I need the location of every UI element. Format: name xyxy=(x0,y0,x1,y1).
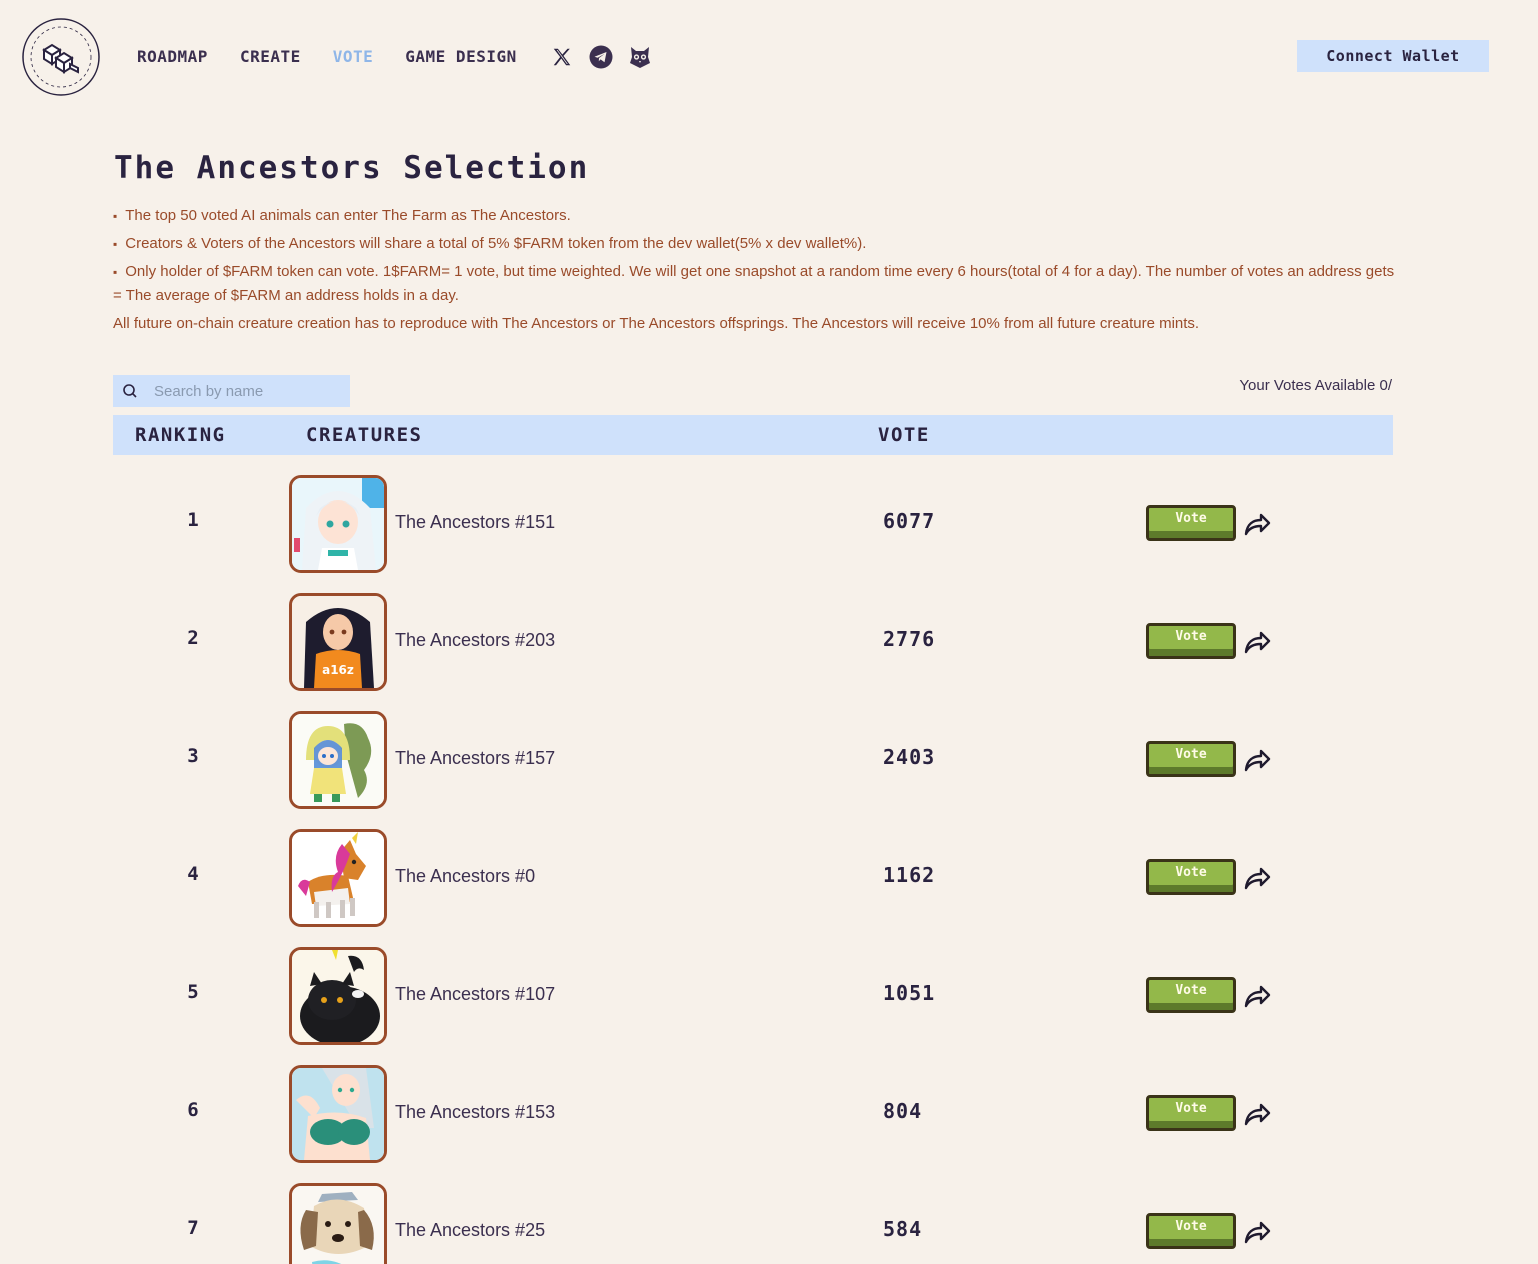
vote-button[interactable]: Vote xyxy=(1146,1095,1236,1131)
table-row: 2 a16z The Ancestors #203 2776 Vote xyxy=(113,591,1393,709)
creature-name[interactable]: The Ancestors #153 xyxy=(395,1102,555,1123)
creature-name[interactable]: The Ancestors #0 xyxy=(395,866,535,887)
main-nav: ROADMAP CREATE VOTE GAME DESIGN xyxy=(137,44,666,70)
vote-button[interactable]: Vote xyxy=(1146,505,1236,541)
nav-game-design[interactable]: GAME DESIGN xyxy=(405,46,516,68)
social-links xyxy=(549,44,666,70)
page-title: The Ancestors Selection xyxy=(114,150,590,186)
header-ranking: RANKING xyxy=(135,424,226,446)
vote-button[interactable]: Vote xyxy=(1146,1213,1236,1249)
creature-image[interactable]: a16z xyxy=(289,593,387,691)
header-vote: VOTE xyxy=(878,424,930,446)
vote-button[interactable]: Vote xyxy=(1146,741,1236,777)
farm-logo[interactable] xyxy=(20,16,102,98)
vote-button[interactable]: Vote xyxy=(1146,859,1236,895)
description-line: Creators & Voters of the Ancestors will … xyxy=(113,232,1403,256)
vote-button[interactable]: Vote xyxy=(1146,623,1236,659)
share-icon[interactable] xyxy=(1243,1101,1271,1127)
vote-count: 6077 xyxy=(883,509,936,533)
x-twitter-icon[interactable] xyxy=(549,44,575,70)
creature-25-image xyxy=(292,1186,384,1264)
creature-image[interactable] xyxy=(289,829,387,927)
table-row: 6 The Ancestors #153 804 Vote xyxy=(113,1063,1393,1181)
rank-number: 7 xyxy=(187,1217,199,1239)
ranking-list: 1 The Ancestors #151 6077 Vote 2 a16z Th… xyxy=(113,473,1393,1264)
creature-image[interactable] xyxy=(289,711,387,809)
creature-name[interactable]: The Ancestors #157 xyxy=(395,748,555,769)
creature-name[interactable]: The Ancestors #151 xyxy=(395,512,555,533)
rank-number: 4 xyxy=(187,863,199,885)
creature-153-image xyxy=(292,1068,384,1160)
creature-image[interactable] xyxy=(289,1183,387,1264)
creature-image[interactable] xyxy=(289,1065,387,1163)
share-icon[interactable] xyxy=(1243,983,1271,1009)
svg-text:a16z: a16z xyxy=(322,663,354,677)
votes-available: Your Votes Available 0/ xyxy=(1239,377,1392,394)
vote-count: 1162 xyxy=(883,863,936,887)
telegram-icon[interactable] xyxy=(588,44,614,70)
creature-image[interactable] xyxy=(289,475,387,573)
creature-203-image: a16z xyxy=(292,596,384,688)
creature-151-image xyxy=(292,478,384,570)
creature-157-image xyxy=(292,714,384,806)
creature-0-image xyxy=(292,832,384,924)
vote-button[interactable]: Vote xyxy=(1146,977,1236,1013)
description: The top 50 voted AI animals can enter Th… xyxy=(113,204,1403,340)
share-icon[interactable] xyxy=(1243,1219,1271,1245)
rank-number: 1 xyxy=(187,509,199,531)
search-icon xyxy=(122,383,138,399)
creature-name[interactable]: The Ancestors #107 xyxy=(395,984,555,1005)
rank-number: 2 xyxy=(187,627,199,649)
search-box xyxy=(113,375,350,407)
vote-count: 804 xyxy=(883,1099,923,1123)
share-icon[interactable] xyxy=(1243,747,1271,773)
rank-number: 6 xyxy=(187,1099,199,1121)
creature-image[interactable] xyxy=(289,947,387,1045)
vote-count: 1051 xyxy=(883,981,936,1005)
table-row: 4 The Ancestors #0 1162 Vote xyxy=(113,827,1393,945)
table-row: 3 The Ancestors #157 2403 Vote xyxy=(113,709,1393,827)
rank-number: 5 xyxy=(187,981,199,1003)
nav-create[interactable]: CREATE xyxy=(240,46,301,68)
table-row: 1 The Ancestors #151 6077 Vote xyxy=(113,473,1393,591)
header-creatures: CREATURES xyxy=(306,424,423,446)
share-icon[interactable] xyxy=(1243,629,1271,655)
creature-107-image xyxy=(292,950,384,1042)
creature-name[interactable]: The Ancestors #25 xyxy=(395,1220,545,1241)
logo-icon xyxy=(22,18,100,96)
search-input[interactable] xyxy=(154,382,334,400)
vote-count: 2403 xyxy=(883,745,936,769)
description-line: The top 50 voted AI animals can enter Th… xyxy=(113,204,1403,228)
table-header: RANKING CREATURES VOTE xyxy=(113,415,1393,455)
owl-icon[interactable] xyxy=(627,44,653,70)
rank-number: 3 xyxy=(187,745,199,767)
creature-name[interactable]: The Ancestors #203 xyxy=(395,630,555,651)
connect-wallet-button[interactable]: Connect Wallet xyxy=(1297,40,1489,72)
vote-count: 2776 xyxy=(883,627,936,651)
nav-roadmap[interactable]: ROADMAP xyxy=(137,46,208,68)
description-line: All future on-chain creature creation ha… xyxy=(113,315,1200,332)
share-icon[interactable] xyxy=(1243,865,1271,891)
nav-vote[interactable]: VOTE xyxy=(333,46,374,68)
share-icon[interactable] xyxy=(1243,511,1271,537)
vote-count: 584 xyxy=(883,1217,923,1241)
table-row: 5 The Ancestors #107 1051 Vote xyxy=(113,945,1393,1063)
table-row: 7 The Ancestors #25 584 Vote xyxy=(113,1181,1393,1264)
description-line: Only holder of $FARM token can vote. 1$F… xyxy=(113,260,1403,308)
